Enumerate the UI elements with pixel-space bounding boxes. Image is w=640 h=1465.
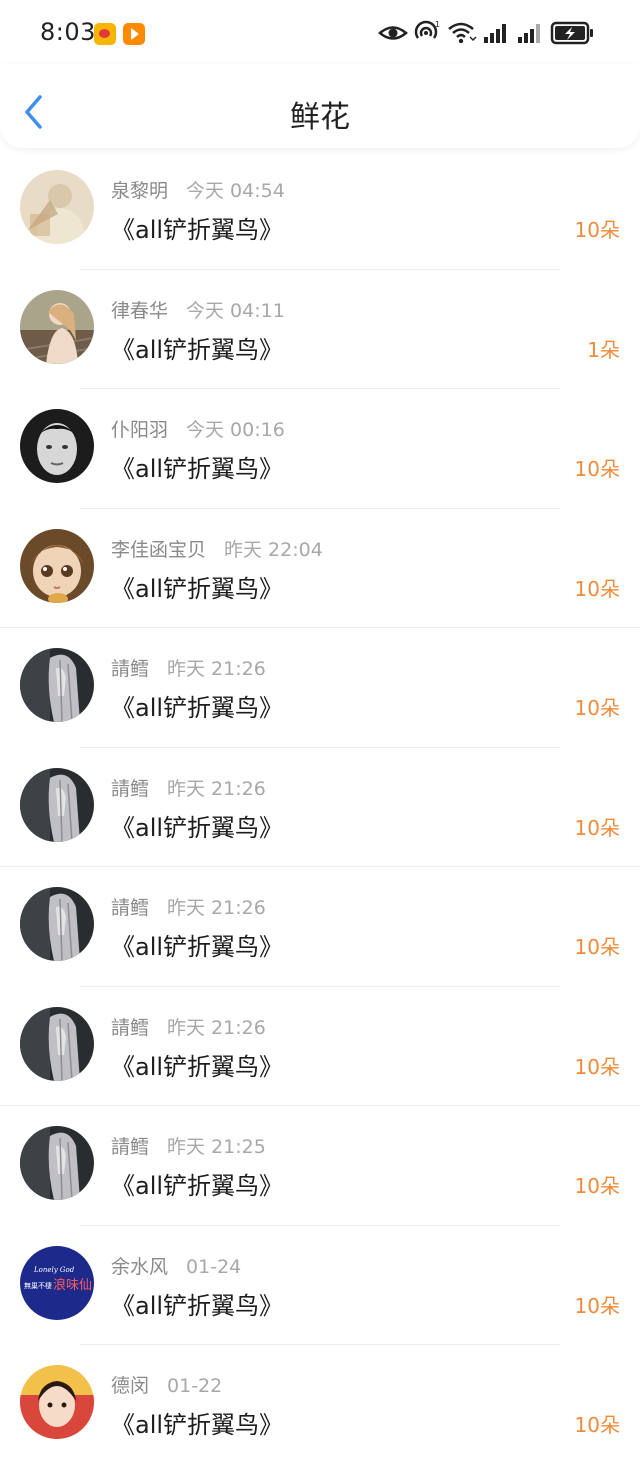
- book-title: 《all铲折翼鸟》: [111, 933, 284, 961]
- sender-name: 德闵: [111, 1375, 150, 1397]
- record-time: 今天 04:54: [186, 180, 285, 202]
- avatar[interactable]: [20, 767, 94, 842]
- sender-name: 仆阳羽: [111, 419, 169, 441]
- avatar[interactable]: [20, 1126, 94, 1200]
- avatar[interactable]: [20, 1006, 94, 1081]
- book-title: 《all铲折翼鸟》: [111, 1172, 284, 1200]
- book-title: 《all铲折翼鸟》: [111, 455, 284, 483]
- svg-text:1: 1: [435, 20, 440, 29]
- avatar-logo-text: Lonely God: [33, 1266, 75, 1274]
- book-title: 《all铲折翼鸟》: [111, 813, 284, 842]
- list-item[interactable]: 仆阳羽 今天 00:16 《all铲折翼鸟》 10朵: [0, 389, 640, 509]
- flower-count: 1朵: [587, 337, 620, 362]
- flower-count: 10朵: [574, 1293, 620, 1318]
- avatar-logo-text: 無巢不棲: [24, 1281, 52, 1290]
- record-time: 昨天 21:26: [167, 777, 266, 800]
- flower-count: 10朵: [574, 576, 620, 601]
- record-time: 01-22: [167, 1375, 223, 1397]
- record-time: 01-24: [186, 1255, 242, 1278]
- book-title: 《all铲折翼鸟》: [111, 216, 284, 244]
- sender-name: 請鳕: [111, 897, 150, 919]
- sender-name: 余水风: [111, 1255, 169, 1278]
- sender-name: 泉黎明: [111, 180, 169, 202]
- avatar[interactable]: [20, 887, 94, 961]
- flower-count: 10朵: [574, 696, 620, 720]
- list-item[interactable]: 請鳕 昨天 21:26 《all铲折翼鸟》 10朵: [0, 987, 640, 1106]
- status-icons: 1: [378, 20, 598, 46]
- status-bar: 8:03 1: [0, 0, 640, 64]
- status-time: 8:03: [40, 18, 96, 46]
- list-item[interactable]: 德闵 01-22 《all铲折翼鸟》 10朵: [0, 1345, 640, 1465]
- video-app-icon: [123, 23, 145, 45]
- book-title: 《all铲折翼鸟》: [111, 1052, 284, 1081]
- book-title: 《all铲折翼鸟》: [111, 335, 284, 364]
- page-title: 鲜花: [290, 100, 350, 135]
- record-time: 昨天 22:04: [224, 538, 323, 561]
- signal-icon: [518, 24, 540, 43]
- book-title: 《all铲折翼鸟》: [111, 1291, 284, 1320]
- list-item[interactable]: 李佳函宝贝 昨天 22:04 《all铲折翼鸟》 10朵: [0, 509, 640, 628]
- list-item[interactable]: 請鳕 昨天 21:26 《all铲折翼鸟》 10朵: [0, 867, 640, 987]
- record-time: 昨天 21:26: [167, 658, 266, 680]
- flower-count: 10朵: [574, 457, 620, 481]
- sender-name: 請鳕: [111, 1016, 150, 1039]
- record-meta: 仆阳羽 今天 00:16: [111, 415, 285, 442]
- list-item[interactable]: Lonely God 無巢不棲 浪味仙 余水风 01-24 《all铲折翼鸟》 1…: [0, 1226, 640, 1345]
- book-title: 《all铲折翼鸟》: [111, 574, 284, 603]
- record-meta: 德闵 01-22: [111, 1371, 222, 1398]
- record-meta: 泉黎明 今天 04:54: [111, 176, 285, 203]
- flower-count: 10朵: [574, 1174, 620, 1198]
- list-item[interactable]: 泉黎明 今天 04:54 《all铲折翼鸟》 10朵: [0, 150, 640, 270]
- record-time: 昨天 21:26: [167, 897, 266, 919]
- record-meta: 請鳕 昨天 21:26: [111, 1013, 266, 1040]
- record-meta: 李佳函宝贝 昨天 22:04: [111, 535, 323, 562]
- avatar[interactable]: [20, 409, 94, 483]
- weibo-icon: [94, 23, 116, 45]
- book-title: 《all铲折翼鸟》: [111, 694, 284, 722]
- avatar[interactable]: [20, 648, 94, 722]
- flower-count: 10朵: [574, 1054, 620, 1079]
- avatar[interactable]: Lonely God 無巢不棲 浪味仙: [20, 1245, 94, 1320]
- sender-name: 請鳕: [111, 1136, 150, 1158]
- record-meta: 請鳕 昨天 21:26: [111, 774, 266, 801]
- list-item[interactable]: 律春华 今天 04:11 《all铲折翼鸟》 1朵: [0, 270, 640, 389]
- record-meta: 請鳕 昨天 21:25: [111, 1132, 266, 1159]
- list-item[interactable]: 請鳕 昨天 21:26 《all铲折翼鸟》 10朵: [0, 748, 640, 867]
- sender-name: 律春华: [111, 299, 169, 322]
- sender-name: 李佳函宝贝: [111, 538, 207, 561]
- record-time: 今天 04:11: [186, 299, 285, 322]
- record-meta: 請鳕 昨天 21:26: [111, 893, 266, 920]
- nav-header: 鲜花: [0, 64, 640, 148]
- flower-count: 10朵: [574, 218, 620, 242]
- record-meta: 請鳕 昨天 21:26: [111, 654, 266, 681]
- flower-count: 10朵: [574, 935, 620, 959]
- sender-name: 請鳕: [111, 658, 150, 680]
- avatar[interactable]: [20, 528, 94, 603]
- avatar[interactable]: [20, 1365, 94, 1439]
- wifi-icon: [448, 22, 477, 44]
- signal-icon: [484, 24, 506, 43]
- list-item[interactable]: 請鳕 昨天 21:26 《all铲折翼鸟》 10朵: [0, 628, 640, 748]
- sender-name: 請鳕: [111, 777, 150, 800]
- record-time: 今天 00:16: [186, 419, 285, 441]
- record-meta: 余水风 01-24: [111, 1252, 241, 1279]
- avatar-logo-text: 浪味仙: [53, 1278, 92, 1293]
- hotspot-icon: 1: [414, 20, 440, 39]
- flower-record-list: 泉黎明 今天 04:54 《all铲折翼鸟》 10朵 律春华 今天 04:11 《a…: [0, 150, 640, 1465]
- avatar[interactable]: [20, 289, 94, 364]
- eye-icon: [378, 26, 408, 40]
- record-meta: 律春华 今天 04:11: [111, 296, 285, 323]
- book-title: 《all铲折翼鸟》: [111, 1411, 284, 1439]
- flower-count: 10朵: [574, 815, 620, 840]
- record-time: 昨天 21:25: [167, 1136, 266, 1158]
- avatar[interactable]: [20, 170, 94, 244]
- record-time: 昨天 21:26: [167, 1016, 266, 1039]
- list-item[interactable]: 請鳕 昨天 21:25 《all铲折翼鸟》 10朵: [0, 1106, 640, 1226]
- battery-icon: [550, 21, 593, 45]
